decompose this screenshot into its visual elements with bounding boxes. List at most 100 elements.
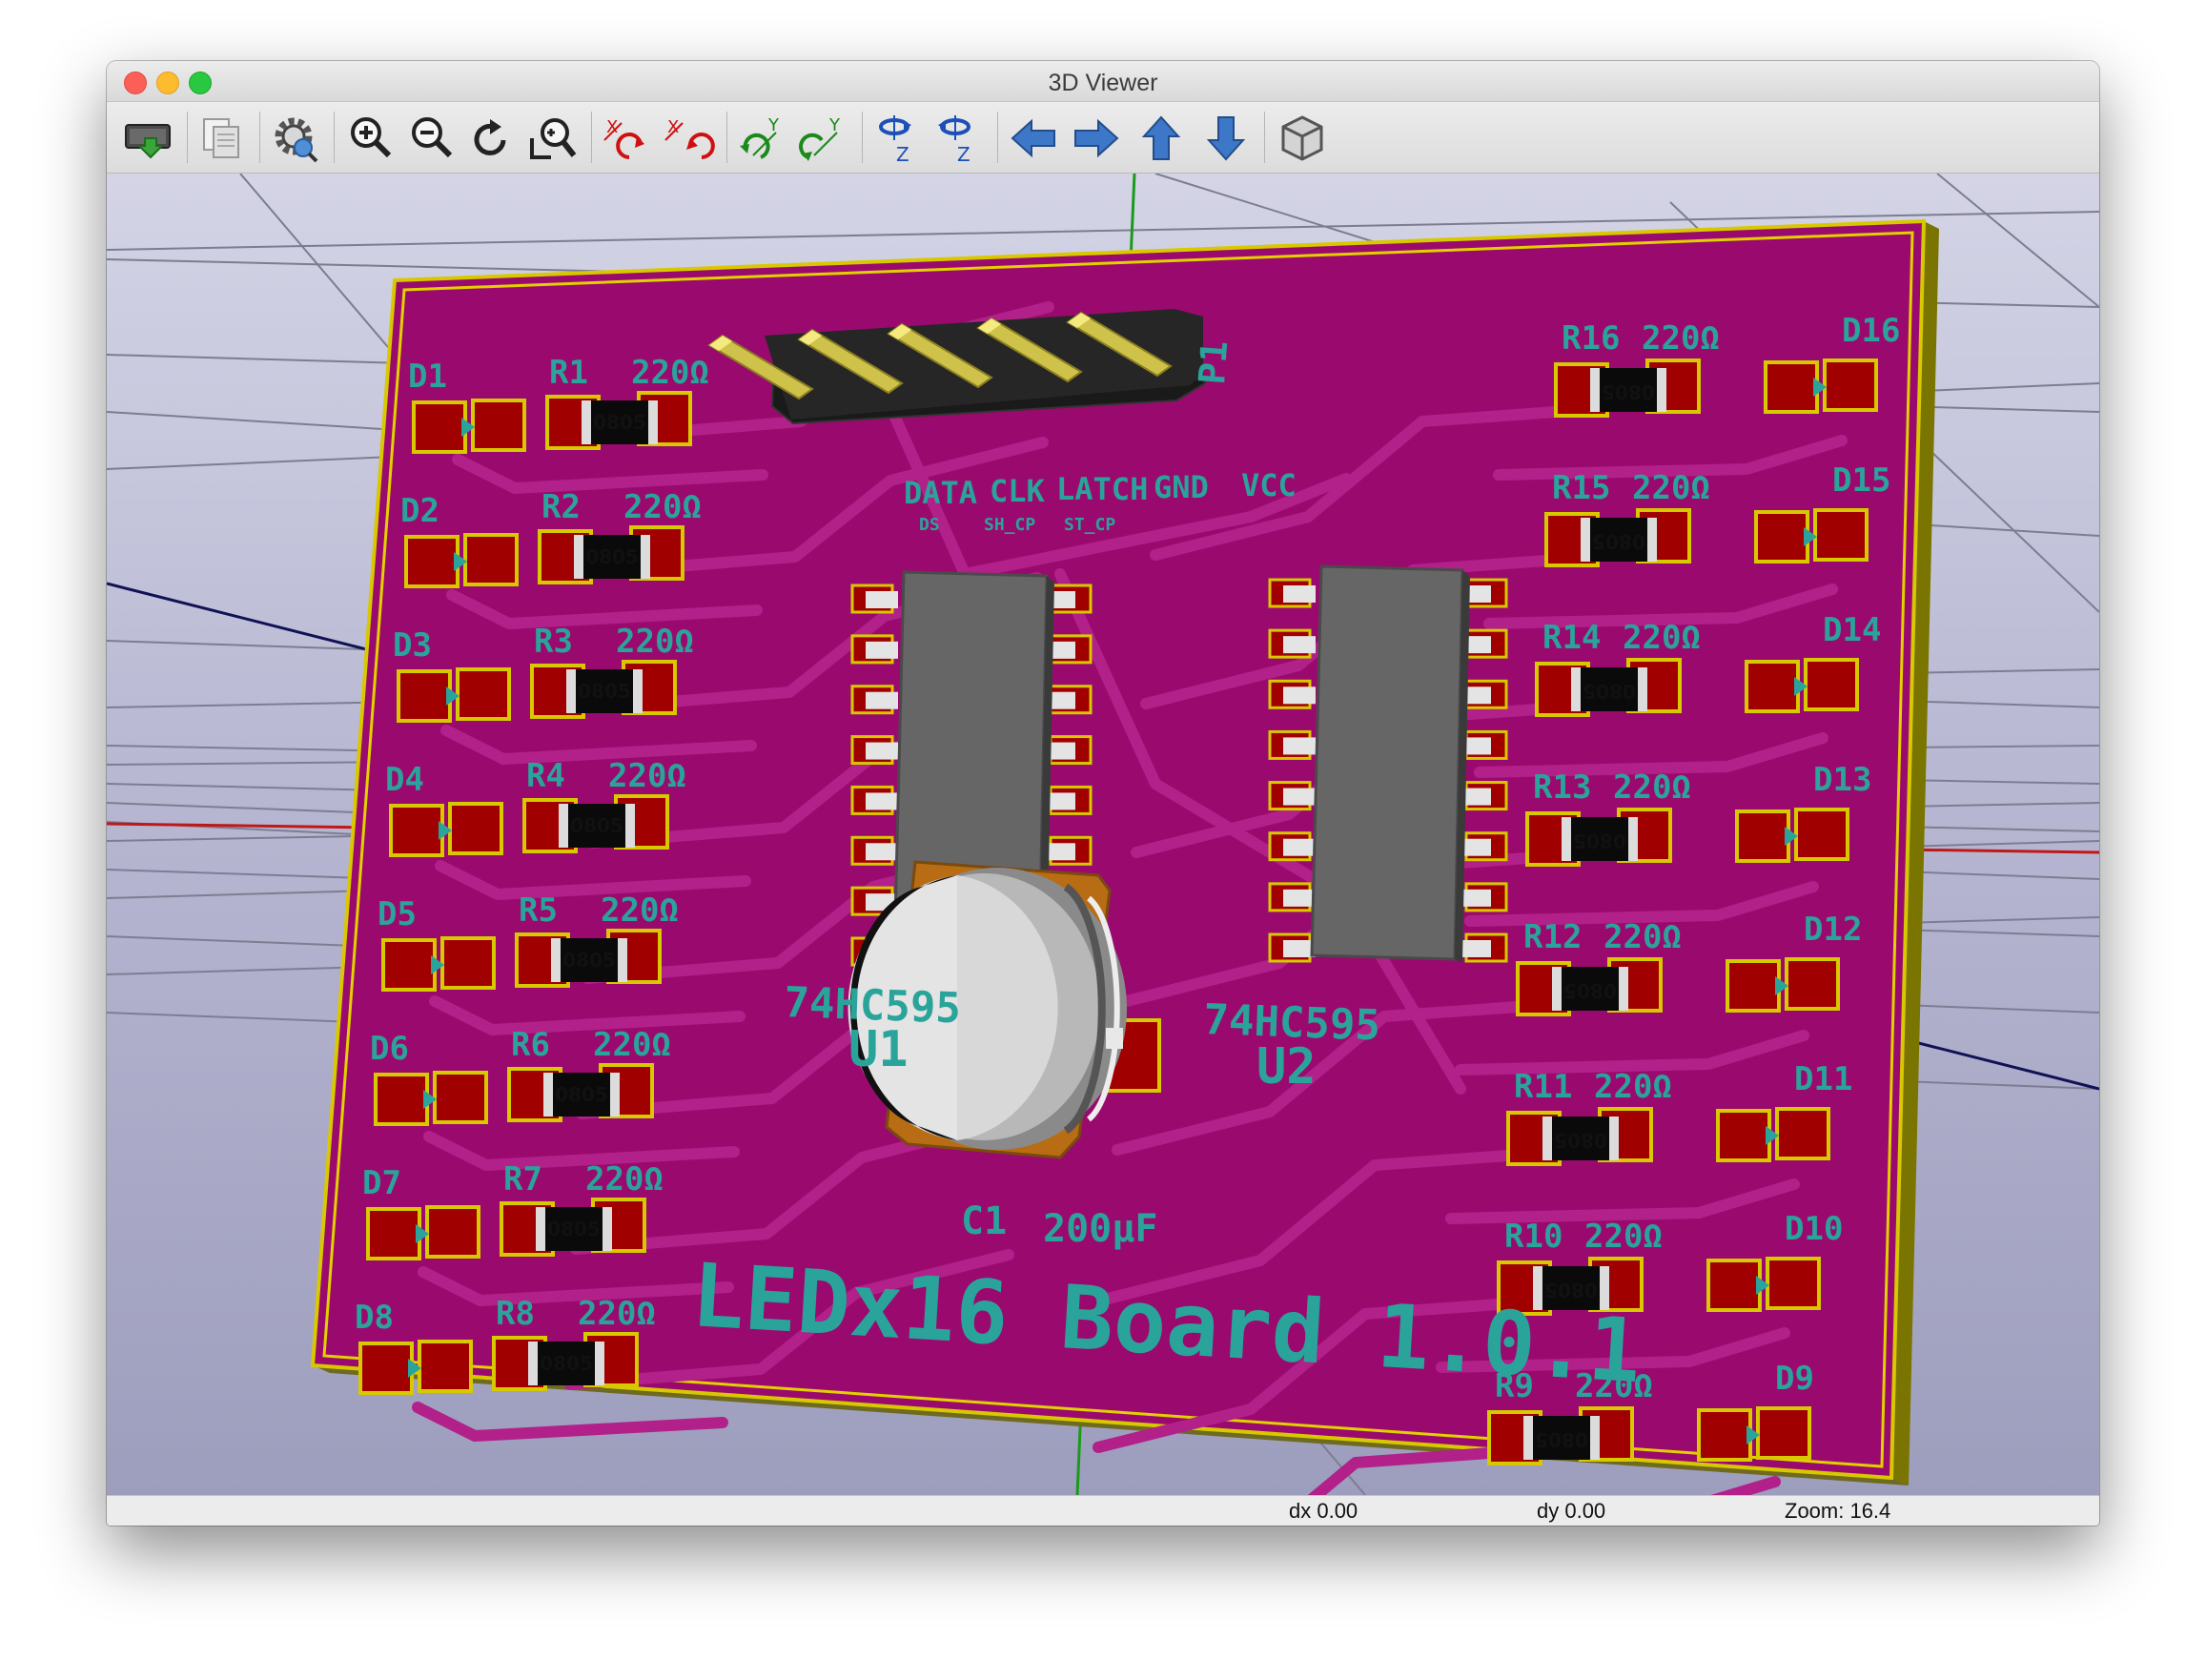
led-ref: D4 <box>385 761 424 799</box>
ic-pin <box>1283 686 1316 705</box>
resistor-ref: R15 <box>1552 469 1610 507</box>
zoom-out-icon-button[interactable] <box>404 112 458 165</box>
smd-pad <box>1754 510 1809 563</box>
resistor-cap <box>1590 368 1600 412</box>
resistor-cap <box>566 669 576 713</box>
zoom-in-icon <box>351 117 392 158</box>
u1-ref: U1 <box>848 1021 909 1078</box>
smd-pad <box>1775 1107 1830 1160</box>
ortho-toggle-button[interactable] <box>1276 112 1329 165</box>
smd-pad <box>1804 658 1859 711</box>
resistor-value: 220Ω <box>631 354 709 392</box>
ic-pin <box>1283 636 1316 654</box>
smd-pad <box>418 1340 473 1393</box>
led-ref: D2 <box>400 492 439 530</box>
ic-pin <box>866 641 898 659</box>
rotate-z-ccw-button[interactable]: Z <box>932 112 986 165</box>
resistor-cap <box>574 535 583 579</box>
capacitor-ref: C1 <box>961 1199 1007 1243</box>
resistor-cap <box>1628 817 1638 861</box>
resistor-package: 0805 <box>1602 380 1655 403</box>
smd-pad <box>1726 959 1781 1013</box>
resistor-ref: R12 <box>1523 918 1582 956</box>
resistor-ref: R16 <box>1562 319 1620 358</box>
resistor-cap <box>536 1207 545 1251</box>
smd-pad <box>404 535 460 588</box>
move-right-button[interactable] <box>1070 112 1123 165</box>
resistor-package: 0805 <box>578 680 631 703</box>
resistor-cap <box>551 938 561 982</box>
led-ref: D1 <box>408 358 447 396</box>
connector-pin-label: CLK <box>990 473 1046 509</box>
arrow-up-icon <box>1141 115 1181 160</box>
resistor-package: 0805 <box>570 814 623 837</box>
resistor-value: 220Ω <box>623 488 702 526</box>
led-ref: D13 <box>1813 761 1871 799</box>
move-left-button[interactable] <box>1007 112 1060 165</box>
resistor-cap <box>1542 1117 1552 1160</box>
smd-pad <box>456 667 511 721</box>
status-bar: dx 0.00 dy 0.00 Zoom: 16.4 <box>107 1495 2099 1526</box>
rotate-x-cw-button[interactable]: X <box>601 112 654 165</box>
ic-pin <box>866 691 898 709</box>
resistor-value: 220Ω <box>1632 469 1710 507</box>
3d-viewport[interactable]: 0805 D1 R1 220Ω 0805 D2 R2 220Ω 0805 D3 R3 220Ω 0805… <box>107 174 2099 1495</box>
resistor-cap <box>1562 817 1571 861</box>
zoom-in-button[interactable] <box>343 112 397 165</box>
resistor-cap <box>543 1073 553 1117</box>
resistor-value: 220Ω <box>616 623 694 661</box>
rotate-z-cw-button[interactable]: Z <box>871 112 925 165</box>
connector-pin-label: GND <box>1154 469 1209 505</box>
capacitor-value: 200µF <box>1043 1207 1157 1251</box>
led-ref: D7 <box>362 1164 401 1202</box>
rotate-y-cw-button[interactable]: Y <box>736 112 789 165</box>
svg-text:Y: Y <box>767 115 780 135</box>
copy-to-clipboard-button[interactable] <box>194 112 248 165</box>
resistor-cap <box>1638 667 1647 711</box>
led-ref: D12 <box>1804 911 1862 949</box>
smd-pad <box>1794 808 1849 861</box>
connector-ref: P1 <box>1191 339 1236 386</box>
export-image-button[interactable] <box>122 112 175 165</box>
rotate-z-icon: Z <box>938 115 970 165</box>
resistor-value: 220Ω <box>578 1295 656 1333</box>
zoom-fit-button[interactable] <box>526 112 580 165</box>
status-dx: dx 0.00 <box>1289 1499 1358 1523</box>
move-down-button[interactable] <box>1199 112 1253 165</box>
resistor-package: 0805 <box>1554 1129 1607 1152</box>
arrow-down-icon <box>1206 116 1246 161</box>
rotate-x-ccw-button[interactable]: X <box>662 112 715 165</box>
redraw-icon <box>474 119 506 155</box>
settings-button[interactable] <box>269 112 322 165</box>
ic-pin <box>866 591 898 608</box>
smd-pad <box>389 804 444 857</box>
resistor-cap <box>1523 1416 1533 1460</box>
resistor-cap <box>625 804 635 848</box>
resistor-cap <box>633 669 643 713</box>
resistor-cap <box>618 938 627 982</box>
redraw-button[interactable] <box>465 112 519 165</box>
rotate-y-ccw-button[interactable]: Y <box>797 112 850 165</box>
smd-pad <box>1764 360 1819 414</box>
move-up-button[interactable] <box>1134 112 1188 165</box>
smd-pad <box>433 1071 488 1124</box>
smd-pad <box>1706 1259 1762 1312</box>
smd-pad <box>1716 1109 1771 1162</box>
svg-text:Z: Z <box>957 143 970 165</box>
smd-pad <box>471 399 526 452</box>
right-trace <box>1307 1447 1495 1495</box>
rotate-y-icon: Y <box>740 115 780 159</box>
pcb-3d-scene: 0805 D1 R1 220Ω 0805 D2 R2 220Ω 0805 D3 R3 220Ω 0805… <box>107 174 2099 1495</box>
smd-pad <box>463 533 519 586</box>
smd-pad <box>1766 1257 1821 1310</box>
ic-u2-body <box>1310 564 1464 961</box>
svg-text:Z: Z <box>896 143 909 165</box>
resistor-value: 220Ω <box>1642 319 1720 358</box>
resistor-package: 0805 <box>1563 979 1617 1002</box>
resistor-ref: R5 <box>519 891 558 930</box>
resistor-value: 220Ω <box>601 891 679 930</box>
smd-pad <box>381 938 437 992</box>
smd-pad <box>1785 957 1840 1011</box>
title-bar: 3D Viewer <box>107 61 2099 102</box>
u2-ref: U2 <box>1256 1038 1317 1096</box>
